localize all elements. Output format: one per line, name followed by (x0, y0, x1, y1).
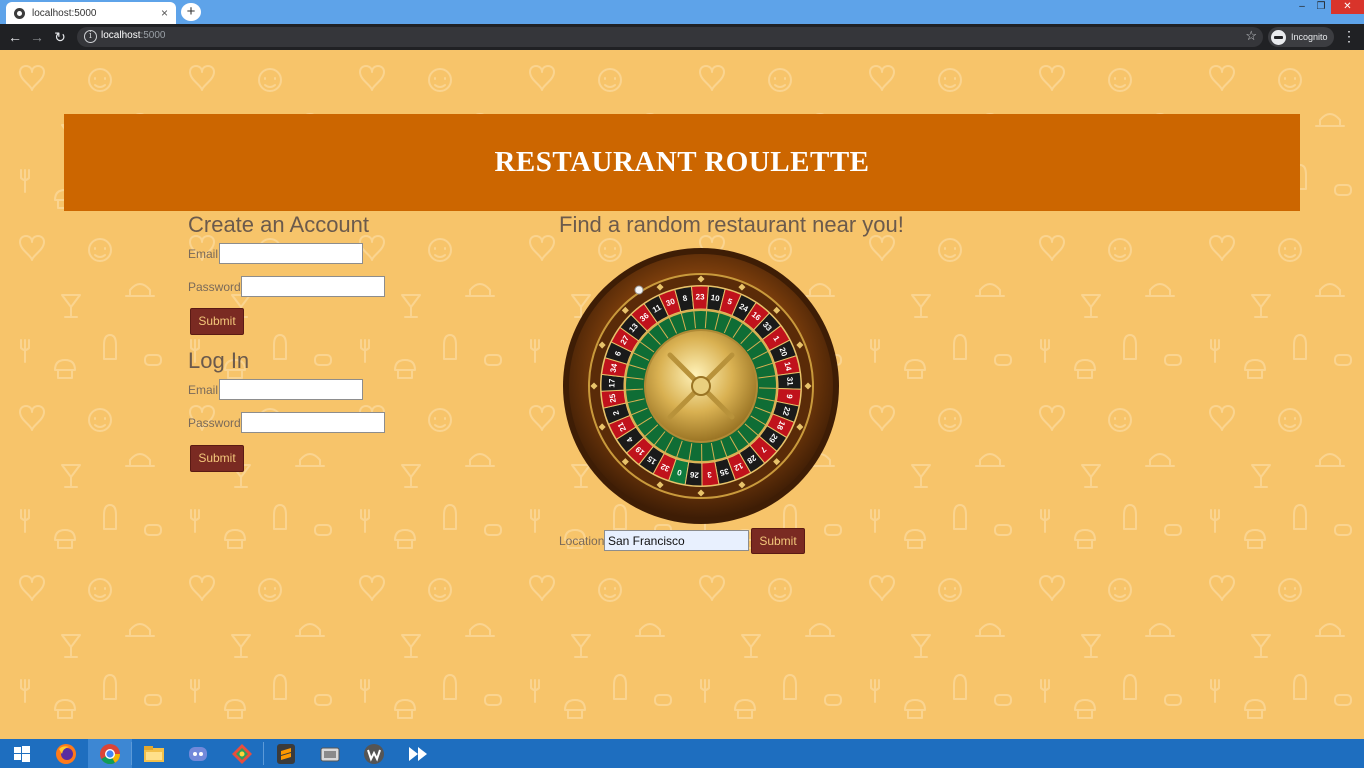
site-title: RESTAURANT ROULETTE (494, 146, 870, 178)
new-tab-button[interactable]: + (181, 3, 201, 21)
location-label: Location (559, 534, 605, 548)
close-window-button[interactable]: ✕ (1331, 0, 1364, 14)
signup-submit-button[interactable]: Submit (190, 308, 244, 335)
login-email-label: Email (188, 383, 219, 397)
discord-icon (189, 746, 207, 761)
incognito-label: Incognito (1291, 32, 1328, 42)
windows-start-icon (14, 745, 30, 762)
tab-title: localhost:5000 (32, 7, 97, 19)
signup-password-label: Password (188, 280, 241, 294)
signup-email-label: Email (188, 247, 219, 261)
taskbar-w-app[interactable] (352, 739, 396, 768)
url-host: localhost (101, 30, 141, 41)
globe-icon (14, 7, 25, 19)
taskbar-screen-recorder[interactable] (308, 739, 352, 768)
sourcetree-icon (232, 743, 252, 764)
wheel-pocket-number: 23 (696, 292, 706, 301)
bookmark-star-icon[interactable]: ☆ (1245, 28, 1257, 44)
signup-email-input[interactable] (219, 243, 363, 264)
chrome-icon (100, 743, 121, 764)
browser-menu-icon[interactable]: ⋮ (1342, 28, 1356, 45)
reload-icon[interactable]: ↻ (52, 29, 68, 45)
windows-taskbar (0, 739, 1364, 768)
page-viewport: RESTAURANT ROULETTE Create an Account Em… (0, 50, 1364, 739)
taskbar-chrome[interactable] (88, 739, 132, 768)
wheel-fret (758, 387, 776, 389)
wheel-pocket-number: 17 (607, 378, 616, 388)
site-info-icon[interactable]: i (84, 30, 97, 43)
media-forward-icon (409, 746, 427, 761)
browser-tab[interactable]: localhost:5000 × (6, 2, 176, 24)
roulette-wheel-image: 0321519421225173462713361130 8 23 10 5 241633… (563, 248, 839, 524)
taskbar-firefox[interactable] (44, 739, 88, 768)
minimize-button[interactable]: – (1293, 0, 1311, 14)
signup-password-input[interactable] (241, 276, 385, 297)
login-email-input[interactable] (219, 379, 363, 400)
url-text[interactable]: localhost:5000 (101, 30, 166, 41)
wheel-pocket-number: 31 (785, 377, 794, 387)
location-input[interactable] (604, 530, 749, 551)
firefox-icon (56, 743, 76, 764)
screen-recorder-icon (320, 747, 340, 761)
incognito-icon (1271, 29, 1286, 45)
maximize-button[interactable]: ❐ (1312, 0, 1330, 14)
url-port: :5000 (140, 30, 166, 41)
forward-arrow-icon[interactable]: → (29, 29, 45, 45)
login-password-label: Password (188, 416, 241, 430)
back-arrow-icon[interactable]: ← (7, 29, 23, 45)
login-heading: Log In (188, 348, 250, 373)
address-bar[interactable]: i localhost:5000 ☆ (77, 27, 1263, 47)
w-app-icon (364, 743, 384, 764)
taskbar-sourcetree[interactable] (220, 739, 264, 768)
taskbar-discord[interactable] (176, 739, 220, 768)
browser-tab-bar: localhost:5000 × + – ❐ ✕ (0, 0, 1364, 24)
sublime-text-icon (277, 743, 295, 764)
wheel-pocket-number: 26 (689, 470, 699, 480)
taskbar-sublime-text[interactable] (264, 739, 308, 768)
find-restaurant-submit-button[interactable]: Submit (751, 528, 805, 554)
login-password-input[interactable] (241, 412, 385, 433)
start-button[interactable] (0, 739, 44, 768)
login-submit-button[interactable]: Submit (190, 445, 244, 472)
wheel-pocket-number: 25 (608, 393, 618, 404)
taskbar-media-app[interactable] (396, 739, 440, 768)
browser-toolbar: ← → ↻ i localhost:5000 ☆ Incognito ⋮ (0, 24, 1364, 50)
taskbar-file-explorer[interactable] (132, 739, 176, 768)
file-explorer-icon (144, 745, 164, 762)
finder-heading: Find a random restaurant near you! (559, 212, 904, 237)
tab-close-icon[interactable]: × (161, 6, 168, 20)
create-account-heading: Create an Account (188, 212, 370, 237)
site-banner: RESTAURANT ROULETTE (64, 114, 1300, 211)
incognito-badge[interactable]: Incognito (1268, 27, 1334, 47)
